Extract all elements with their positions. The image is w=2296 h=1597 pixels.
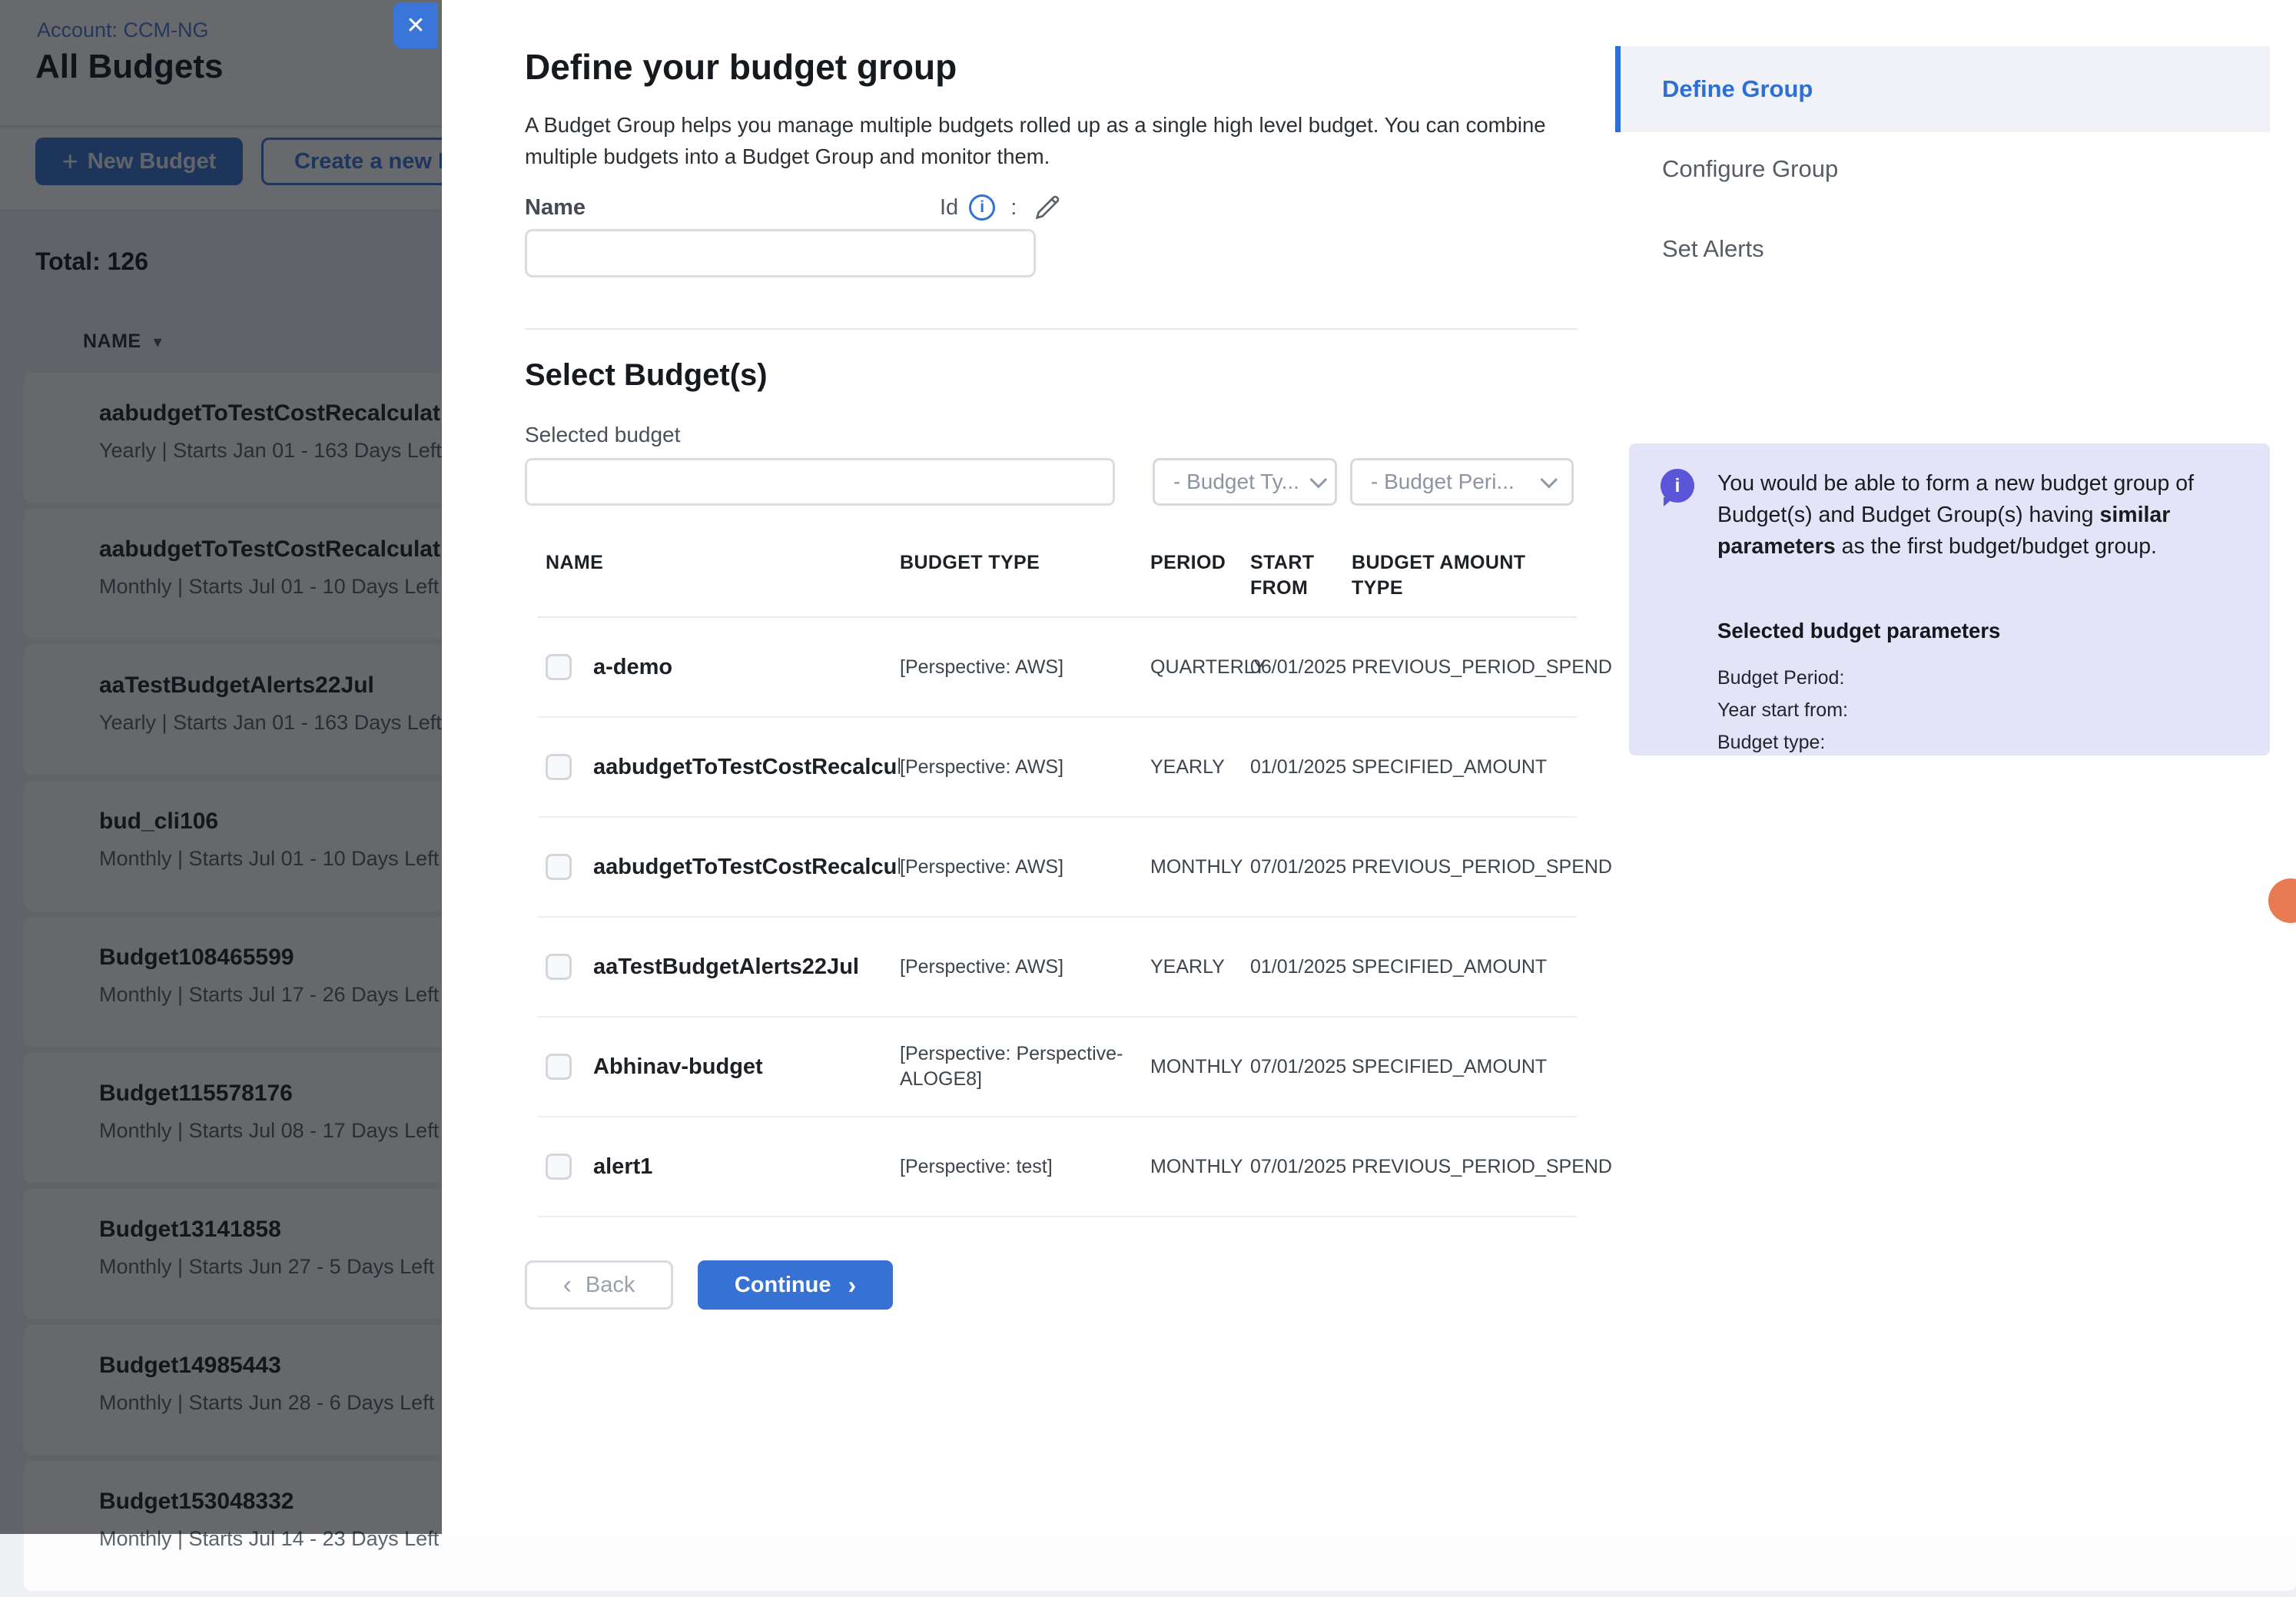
chevron-right-icon: › — [848, 1273, 857, 1297]
row-period: MONTHLY — [1150, 855, 1250, 880]
row-budget-type: [Perspective: AWS] — [900, 955, 1150, 980]
column-header: START FROM — [1250, 550, 1352, 601]
id-label: Id — [940, 195, 958, 221]
row-amount-type: PREVIOUS_PERIOD_SPEND — [1352, 855, 1577, 880]
row-budget-name: aaTestBudgetAlerts22Jul — [593, 955, 859, 980]
selected-budget-label: Selected budget — [525, 423, 680, 447]
budget-type-select[interactable]: - Budget Ty... — [1153, 458, 1337, 506]
info-panel-text: You would be able to form a new budget g… — [1717, 468, 2255, 563]
column-header: PERIOD — [1150, 550, 1250, 576]
table-row: aabudgetToTestCostRecalcul... [Perspecti… — [538, 718, 1577, 818]
info-bubble-tail — [1664, 497, 1674, 506]
chevron-down-icon — [1309, 471, 1327, 489]
row-period: MONTHLY — [1150, 1154, 1250, 1180]
budget-group-drawer: ✕ Define your budget group A Budget Grou… — [442, 0, 2296, 1534]
budgets-table: NAMEBUDGET TYPEPERIODSTART FROMBUDGET AM… — [538, 550, 1577, 1217]
row-start-from: 01/01/2025 — [1250, 755, 1352, 780]
row-budget-name: alert1 — [593, 1154, 652, 1180]
budget-search-input[interactable] — [525, 458, 1115, 506]
close-button[interactable]: ✕ — [393, 2, 438, 48]
id-group: Id i : — [940, 192, 1063, 223]
row-period: YEARLY — [1150, 955, 1250, 980]
row-budget-name: aabudgetToTestCostRecalcul... — [593, 755, 900, 780]
back-button[interactable]: ‹ Back — [525, 1260, 673, 1310]
parameter-line: Budget type: — [1717, 726, 1848, 759]
back-label: Back — [586, 1273, 635, 1298]
table-row: aaTestBudgetAlerts22Jul [Perspective: AW… — [538, 918, 1577, 1018]
row-budget-type: [Perspective: AWS] — [900, 655, 1150, 680]
selected-parameters-list: Budget Period:Year start from:Budget typ… — [1717, 662, 1848, 759]
selected-parameters-heading: Selected budget parameters — [1717, 619, 2000, 643]
row-budget-type: [Perspective: AWS] — [900, 755, 1150, 780]
info-panel: i You would be able to form a new budget… — [1629, 443, 2270, 755]
info-bubble-letter: i — [1675, 475, 1681, 497]
row-amount-type: PREVIOUS_PERIOD_SPEND — [1352, 1154, 1577, 1180]
row-budget-type: [Perspective: Perspective-ALOGE8] — [900, 1041, 1150, 1092]
edit-pencil-icon[interactable] — [1032, 192, 1063, 223]
row-period: YEARLY — [1150, 755, 1250, 780]
parameter-line: Year start from: — [1717, 694, 1848, 726]
table-row: a-demo [Perspective: AWS] QUARTERLY 06/0… — [538, 618, 1577, 718]
row-checkbox[interactable] — [546, 954, 572, 980]
row-start-from: 06/01/2025 — [1250, 655, 1352, 680]
info-icon-letter: i — [980, 198, 984, 217]
budget-period-select-value: - Budget Peri... — [1371, 470, 1515, 494]
row-amount-type: SPECIFIED_AMOUNT — [1352, 755, 1577, 780]
drawer-description: A Budget Group helps you manage multiple… — [525, 109, 1620, 172]
row-start-from: 01/01/2025 — [1250, 955, 1352, 980]
row-period: QUARTERLY — [1150, 655, 1250, 680]
row-start-from: 07/01/2025 — [1250, 1054, 1352, 1080]
step-define-group[interactable]: Define Group — [1615, 46, 2270, 132]
table-header-row: NAMEBUDGET TYPEPERIODSTART FROMBUDGET AM… — [538, 550, 1577, 618]
row-budget-name: aabudgetToTestCostRecalcul... — [593, 855, 900, 880]
row-amount-type: SPECIFIED_AMOUNT — [1352, 1054, 1577, 1080]
column-header: BUDGET AMOUNT TYPE — [1352, 550, 1577, 601]
table-row: Abhinav-budget [Perspective: Perspective… — [538, 1018, 1577, 1117]
table-body: a-demo [Perspective: AWS] QUARTERLY 06/0… — [538, 618, 1577, 1217]
chevron-left-icon: ‹ — [563, 1272, 572, 1298]
row-checkbox[interactable] — [546, 754, 572, 780]
info-icon[interactable]: i — [969, 194, 995, 221]
row-budget-name: Abhinav-budget — [593, 1054, 763, 1080]
budget-type-select-value: - Budget Ty... — [1173, 470, 1299, 494]
continue-label: Continue — [735, 1273, 831, 1298]
drawer-title: Define your budget group — [525, 46, 957, 88]
row-checkbox[interactable] — [546, 854, 572, 880]
section-divider — [525, 328, 1578, 330]
column-header: BUDGET TYPE — [900, 550, 1150, 576]
row-checkbox[interactable] — [546, 1154, 572, 1180]
row-budget-type: [Perspective: test] — [900, 1154, 1150, 1180]
table-row: alert1 [Perspective: test] MONTHLY 07/01… — [538, 1117, 1577, 1217]
parameter-line: Budget Period: — [1717, 662, 1848, 694]
row-budget-type: [Perspective: AWS] — [900, 855, 1150, 880]
row-period: MONTHLY — [1150, 1054, 1250, 1080]
row-start-from: 07/01/2025 — [1250, 1154, 1352, 1180]
row-start-from: 07/01/2025 — [1250, 855, 1352, 880]
chevron-down-icon — [1541, 471, 1558, 489]
row-checkbox[interactable] — [546, 1054, 572, 1080]
step-set-alerts[interactable]: Set Alerts — [1615, 206, 2270, 292]
step-configure-group[interactable]: Configure Group — [1615, 126, 2270, 212]
table-row: aabudgetToTestCostRecalcul... [Perspecti… — [538, 818, 1577, 918]
row-amount-type: SPECIFIED_AMOUNT — [1352, 955, 1577, 980]
column-header: NAME — [546, 550, 900, 576]
select-budgets-heading: Select Budget(s) — [525, 358, 768, 393]
row-amount-type: PREVIOUS_PERIOD_SPEND — [1352, 655, 1577, 680]
row-budget-name: a-demo — [593, 655, 672, 680]
row-checkbox[interactable] — [546, 654, 572, 680]
info-text-2: as the first budget/budget group. — [1836, 534, 2157, 559]
group-name-input[interactable] — [525, 229, 1036, 277]
continue-button[interactable]: Continue › — [698, 1260, 893, 1310]
name-field-label: Name — [525, 195, 586, 221]
close-icon: ✕ — [406, 12, 425, 39]
budget-period-select[interactable]: - Budget Peri... — [1350, 458, 1574, 506]
id-colon: : — [1010, 195, 1017, 221]
